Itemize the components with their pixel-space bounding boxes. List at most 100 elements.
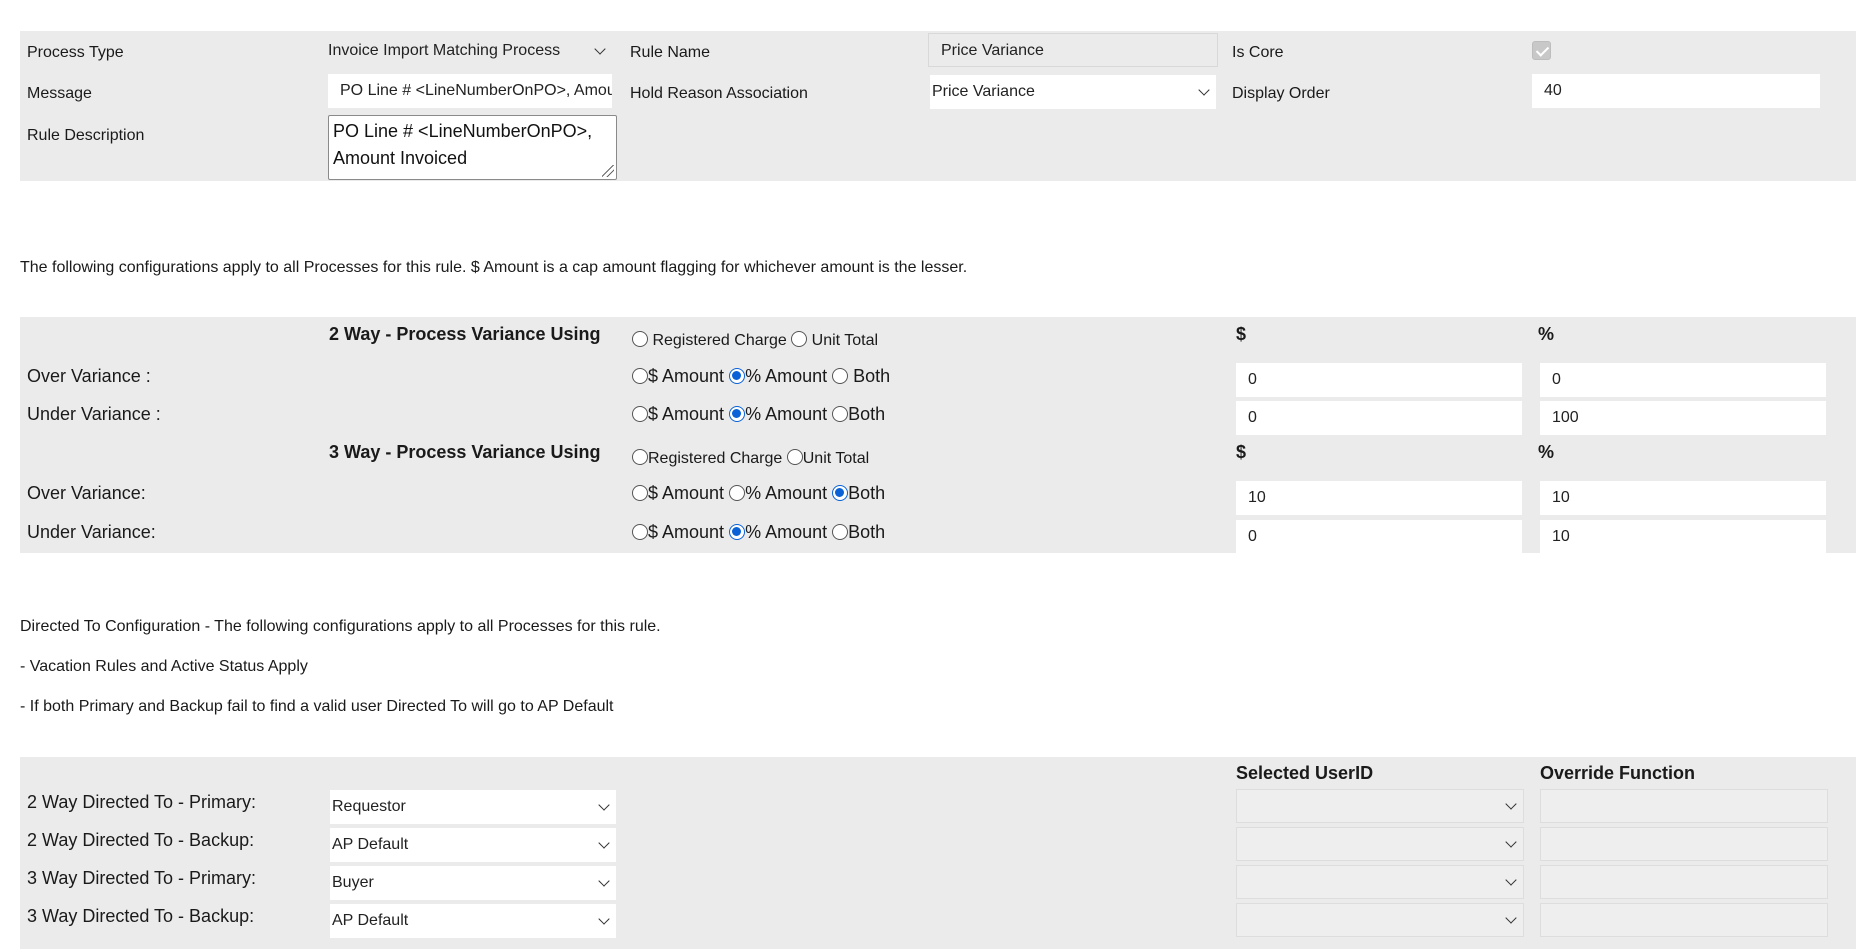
radio-button[interactable]	[632, 449, 648, 465]
both-option[interactable]: Both	[832, 483, 885, 504]
three-way-over-dollar-field[interactable]: 10	[1236, 481, 1522, 515]
select-value: Buyer	[332, 874, 374, 891]
three-way-primary-userid-select[interactable]	[1236, 865, 1524, 899]
three-way-under-percent-field[interactable]: 10	[1540, 520, 1826, 554]
radio-button-selected[interactable]	[832, 485, 849, 501]
radio-button-selected[interactable]	[729, 524, 746, 540]
both-option[interactable]: Both	[832, 366, 890, 387]
two-way-process-using-radio-group[interactable]: Registered Charge Unit Total	[632, 331, 878, 350]
select-value: AP Default	[332, 912, 409, 929]
hold-reason-select[interactable]: Price Variance	[930, 75, 1216, 109]
rule-description-label: Rule Description	[27, 127, 145, 144]
radio-button[interactable]	[632, 524, 648, 540]
percent-column-header: %	[1538, 324, 1555, 344]
two-way-backup-userid-select[interactable]	[1236, 827, 1524, 861]
two-way-under-percent-field[interactable]: 100	[1540, 401, 1826, 435]
two-way-primary-override-field[interactable]	[1540, 789, 1828, 823]
radio-button[interactable]	[632, 406, 648, 422]
two-way-primary-userid-select[interactable]	[1236, 789, 1524, 823]
three-way-registered-charge-option[interactable]: Registered Charge	[632, 449, 782, 468]
radio-button[interactable]	[632, 485, 648, 501]
override-function-header: Override Function	[1540, 763, 1696, 783]
radio-button[interactable]	[632, 331, 648, 347]
dollar-amount-option[interactable]: $ Amount	[632, 483, 724, 504]
process-type-value: Invoice Import Matching Process	[328, 42, 561, 59]
three-way-variance-title: 3 Way - Process Variance Using	[329, 442, 601, 462]
two-way-variance-title: 2 Way - Process Variance Using	[329, 324, 601, 344]
hold-reason-label: Hold Reason Association	[630, 85, 808, 102]
percent-amount-option[interactable]: % Amount	[729, 522, 827, 543]
radio-button-selected[interactable]	[729, 368, 746, 384]
three-way-over-variance-type[interactable]: $ Amount % Amount Both	[632, 483, 885, 504]
three-way-primary-override-field[interactable]	[1540, 865, 1828, 899]
message-label: Message	[27, 85, 92, 102]
message-field[interactable]: PO Line # <LineNumberOnPO>, Amou	[328, 74, 612, 108]
chevron-down-icon	[1505, 874, 1517, 886]
chevron-down-icon	[598, 875, 610, 887]
radio-button[interactable]	[791, 331, 808, 347]
chevron-down-icon	[594, 43, 606, 55]
three-way-backup-userid-select[interactable]	[1236, 903, 1524, 937]
three-way-primary-select[interactable]: Buyer	[330, 866, 616, 900]
resize-grip-icon[interactable]	[602, 165, 614, 177]
directed-row-label: 2 Way Directed To - Primary:	[27, 792, 257, 812]
radio-button[interactable]	[832, 368, 849, 384]
option-label: % Amount	[745, 404, 828, 424]
radio-button[interactable]	[832, 524, 849, 540]
percent-amount-option[interactable]: % Amount	[729, 404, 827, 425]
percent-column-header: %	[1538, 442, 1555, 462]
dollar-amount-option[interactable]: $ Amount	[632, 522, 724, 543]
percent-amount-option[interactable]: % Amount	[729, 483, 827, 504]
chevron-down-icon	[598, 837, 610, 849]
radio-button[interactable]	[832, 406, 849, 422]
radio-button[interactable]	[729, 485, 746, 501]
two-way-over-dollar-field[interactable]: 0	[1236, 363, 1522, 397]
two-way-over-percent-field[interactable]: 0	[1540, 363, 1826, 397]
two-way-under-variance-label: Under Variance :	[27, 404, 161, 424]
hold-reason-value: Price Variance	[932, 83, 1035, 100]
directed-row-label: 3 Way Directed To - Backup:	[27, 906, 255, 926]
rule-name-label: Rule Name	[630, 44, 711, 61]
three-way-over-percent-field[interactable]: 10	[1540, 481, 1826, 515]
two-way-backup-select[interactable]: AP Default	[330, 828, 616, 862]
three-way-under-variance-type[interactable]: $ Amount % Amount Both	[632, 522, 885, 543]
two-way-over-variance-label: Over Variance :	[27, 366, 151, 386]
radio-button[interactable]	[632, 368, 648, 384]
both-option[interactable]: Both	[832, 522, 885, 543]
display-order-label: Display Order	[1232, 85, 1330, 102]
rule-description-textarea[interactable]: PO Line # <LineNumberOnPO>, Amount Invoi…	[328, 115, 617, 180]
option-label: $ Amount	[648, 366, 725, 386]
two-way-primary-select[interactable]: Requestor	[330, 790, 616, 824]
rule-description-line: Amount Invoiced	[333, 148, 468, 168]
two-way-registered-charge-option[interactable]: Registered Charge	[632, 331, 787, 350]
option-label: Both	[853, 366, 891, 386]
chevron-down-icon	[1505, 798, 1517, 810]
is-core-checkbox[interactable]	[1532, 41, 1551, 60]
two-way-under-dollar-field[interactable]: 0	[1236, 401, 1522, 435]
dollar-amount-option[interactable]: $ Amount	[632, 366, 724, 387]
two-way-backup-override-field[interactable]	[1540, 827, 1828, 861]
three-way-unit-total-option[interactable]: Unit Total	[786, 449, 869, 468]
option-label: Both	[848, 404, 886, 424]
variance-panel	[20, 317, 1856, 553]
rule-name-field[interactable]: Price Variance	[928, 33, 1218, 67]
ap-default-note: - If both Primary and Backup fail to fin…	[20, 698, 614, 715]
radio-button[interactable]	[786, 449, 803, 465]
two-way-unit-total-option[interactable]: Unit Total	[791, 331, 878, 350]
chevron-down-icon	[1198, 84, 1210, 96]
directed-config-note: Directed To Configuration - The followin…	[20, 618, 661, 635]
process-type-label: Process Type	[27, 44, 124, 61]
both-option[interactable]: Both	[832, 404, 885, 425]
three-way-backup-override-field[interactable]	[1540, 903, 1828, 937]
display-order-field[interactable]: 40	[1532, 74, 1820, 108]
two-way-under-variance-type[interactable]: $ Amount % Amount Both	[632, 404, 885, 425]
three-way-process-using-radio-group[interactable]: Registered Charge Unit Total	[632, 449, 869, 468]
three-way-backup-select[interactable]: AP Default	[330, 904, 616, 938]
process-type-select[interactable]: Invoice Import Matching Process	[326, 34, 612, 68]
three-way-under-dollar-field[interactable]: 0	[1236, 520, 1522, 554]
percent-amount-option[interactable]: % Amount	[729, 366, 827, 387]
two-way-over-variance-type[interactable]: $ Amount % Amount Both	[632, 366, 890, 387]
dollar-column-header: $	[1236, 324, 1247, 344]
dollar-amount-option[interactable]: $ Amount	[632, 404, 724, 425]
radio-button-selected[interactable]	[729, 406, 746, 422]
